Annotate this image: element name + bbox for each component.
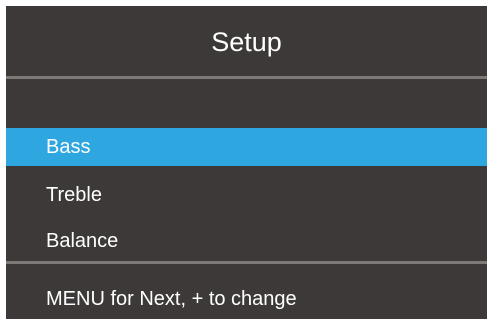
menu-item-label: Treble — [46, 184, 102, 206]
menu-item-balance[interactable]: Balance — [6, 222, 487, 260]
menu-item-treble[interactable]: Treble — [6, 176, 487, 214]
footer-divider — [6, 261, 487, 264]
footer-hint: MENU for Next, + to change — [46, 288, 297, 310]
screen-title: Setup — [211, 27, 282, 57]
menu-item-bass[interactable]: Bass — [6, 128, 487, 166]
menu-item-label: Bass — [46, 136, 91, 158]
setup-screen: Setup Bass Treble Balance MENU for Next,… — [6, 6, 487, 319]
menu-item-label: Balance — [46, 230, 119, 252]
header-divider — [6, 76, 487, 79]
